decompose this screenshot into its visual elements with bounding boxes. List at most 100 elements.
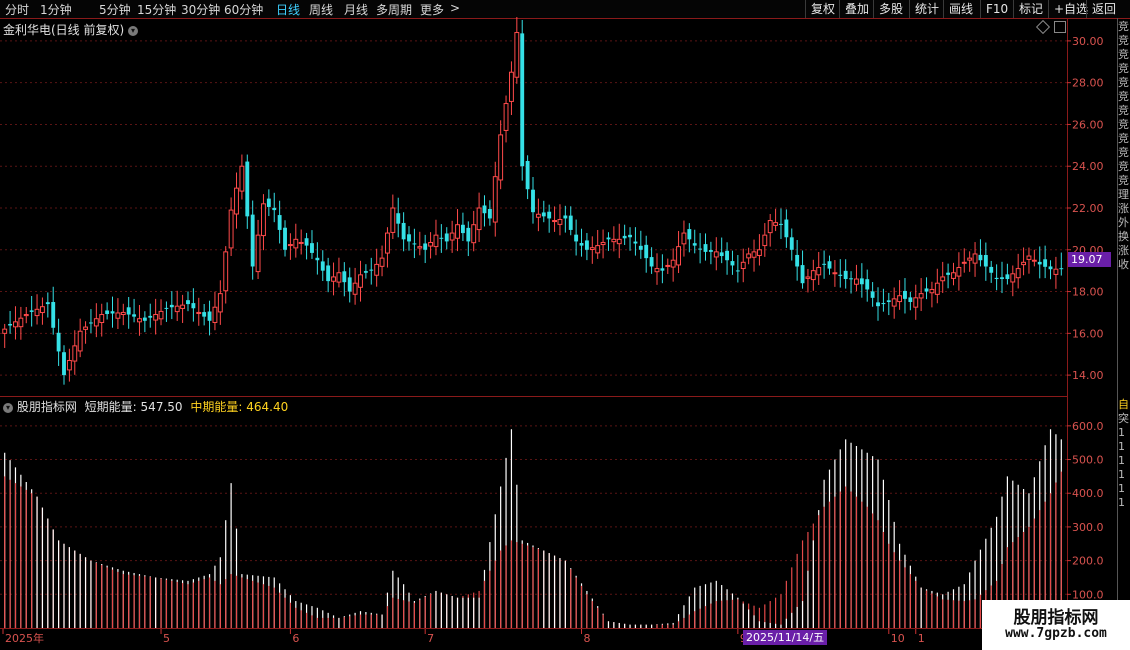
candle-body (153, 314, 159, 321)
candle-body (908, 297, 913, 302)
right-strip-char: 竞 (1118, 62, 1129, 75)
candle-body (795, 254, 800, 267)
candle-body (476, 207, 482, 231)
indicator-strip-char: 1 (1118, 482, 1125, 495)
candle-body (881, 303, 886, 305)
candle-body (223, 251, 229, 292)
candle-body (115, 312, 121, 319)
candle-body (934, 282, 940, 295)
candle-body (956, 267, 962, 277)
right-strip-char: 收 (1118, 258, 1129, 271)
candle-body (13, 321, 18, 328)
candle-body (681, 232, 687, 245)
candle-body (525, 161, 530, 190)
right-strip-char: 竞 (1118, 132, 1129, 145)
indicator-tick-label: 500.0 (1072, 454, 1104, 467)
price-tick-label: 14.00 (1072, 369, 1104, 382)
candle-body (810, 270, 816, 281)
energy-bars (4, 429, 1062, 628)
candle-body (239, 165, 245, 192)
candle-body (859, 278, 864, 285)
time-tick-label: 2025年 (5, 631, 44, 645)
candle-body (913, 297, 919, 308)
candle-body (779, 223, 783, 225)
candle-body (196, 311, 202, 314)
candle-body (600, 241, 606, 246)
candle-body (1026, 255, 1032, 260)
right-strip-char: 竞 (1118, 160, 1129, 173)
candle-body (423, 243, 428, 250)
candle-body (622, 235, 627, 239)
right-strip-char: 竞 (1118, 48, 1129, 61)
candle-body (126, 307, 131, 315)
candle-body (331, 276, 336, 282)
candle-body (1059, 268, 1064, 270)
candle-body (342, 271, 347, 283)
time-tick-label: 7 (427, 632, 434, 645)
indicator-tick-label: 200.0 (1072, 555, 1104, 568)
indicator-strip-char: 1 (1118, 440, 1125, 453)
candle-body (756, 249, 762, 256)
right-strip-char: 换 (1118, 230, 1129, 243)
price-tick-label: 16.00 (1072, 327, 1104, 340)
candle-body (358, 274, 363, 288)
candle-body (1000, 277, 1004, 280)
price-axis: 30.0028.0026.0024.0022.0020.0018.0016.00… (1067, 35, 1104, 382)
candle-body (849, 278, 854, 280)
candle-body (800, 265, 805, 284)
watermark-logo: 股朋指标网 www.7gpzb.com (982, 600, 1130, 650)
candle-body (207, 311, 212, 321)
candle-body (568, 215, 573, 230)
candle-body (51, 302, 56, 328)
candle-body (886, 300, 891, 302)
right-strip-char: 竞 (1118, 104, 1129, 117)
candle-body (250, 214, 255, 267)
candle-body (417, 246, 423, 249)
candle-body (142, 317, 147, 321)
candle-body (455, 224, 460, 239)
candle-body (72, 345, 78, 362)
right-strip-char: 竞 (1118, 76, 1129, 89)
candle-body (832, 272, 838, 275)
candle-body (266, 198, 271, 207)
candle-body (287, 244, 293, 247)
candle-body (633, 241, 638, 244)
candle-body (708, 250, 713, 252)
candle-body (148, 315, 153, 318)
candle-body (444, 233, 449, 242)
candle-body (164, 307, 169, 309)
candle-body (293, 238, 299, 249)
candle-body (951, 272, 956, 279)
candle-body (137, 318, 142, 323)
candle-body (62, 352, 66, 376)
price-tick-label: 30.00 (1072, 35, 1104, 48)
candle-body (762, 234, 768, 247)
candle-body (105, 310, 110, 315)
candle-body (660, 268, 665, 271)
right-info-strip: 竞竞竞竞竞竞竞竞竞竞竞竞理涨外换涨收 (1118, 20, 1130, 400)
stock-chart[interactable]: 30.0028.0026.0024.0022.0020.0018.0016.00… (0, 0, 1130, 650)
candle-body (347, 277, 352, 292)
candle-body (520, 33, 525, 167)
candle-body (320, 261, 325, 271)
candle-body (1010, 273, 1016, 283)
right-indicator-strip: 自突111111 (1118, 398, 1130, 598)
right-strip-char: 竞 (1118, 90, 1129, 103)
time-tick-label: 1 (918, 632, 925, 645)
indicator-axis: 600.0500.0400.0300.0200.0100.0 (1067, 420, 1104, 601)
candle-body (870, 291, 875, 298)
candle-body (77, 330, 83, 352)
candle-body (1031, 259, 1037, 262)
candle-body (616, 238, 622, 245)
candle-body (471, 224, 477, 244)
candle-body (374, 263, 380, 276)
candle-body (120, 311, 126, 316)
candle-body (713, 251, 719, 258)
candle-body (217, 293, 223, 313)
candle-body (703, 244, 708, 252)
candle-body (39, 306, 45, 314)
candle-body (730, 261, 735, 266)
candle-body (132, 314, 137, 317)
candle-body (967, 257, 973, 261)
candle-body (110, 311, 115, 314)
